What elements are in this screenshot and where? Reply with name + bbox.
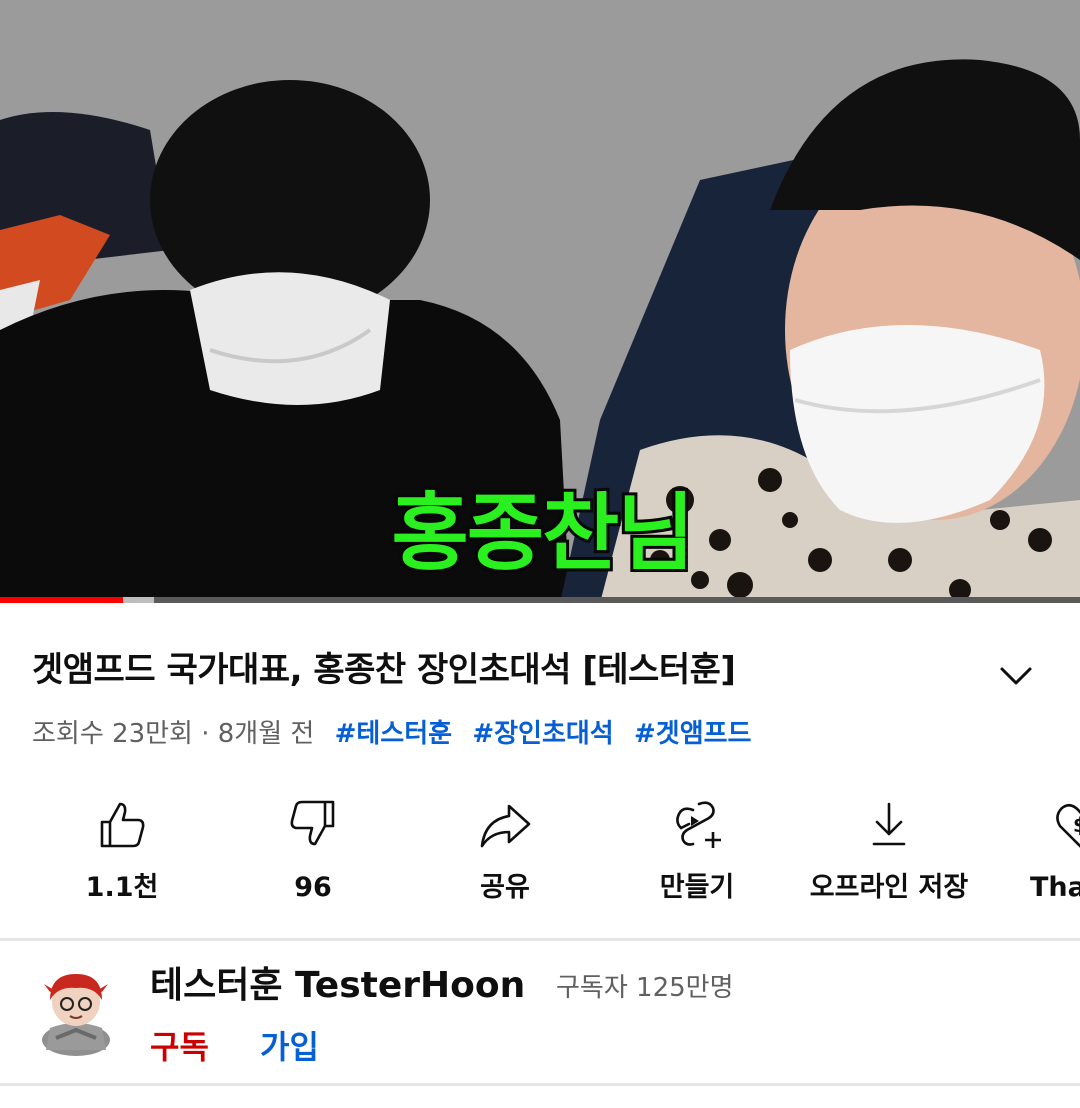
dislike-count: 96 xyxy=(294,872,332,903)
meta-separator: · xyxy=(201,719,210,749)
divider xyxy=(0,938,1080,941)
divider xyxy=(0,1083,1080,1086)
download-icon xyxy=(861,796,917,852)
svg-text:$: $ xyxy=(1073,813,1080,837)
download-button[interactable]: 오프라인 저장 xyxy=(794,790,984,920)
dislike-button[interactable]: 96 xyxy=(218,790,408,920)
like-button[interactable]: 1.1천 xyxy=(27,790,217,920)
share-button[interactable]: 공유 xyxy=(410,790,600,920)
action-bar: 1.1천 96 공유 만들기 오프라인 저장 $ Thanks xyxy=(0,790,1080,920)
subscribe-button[interactable]: 구독 xyxy=(150,1024,209,1070)
hashtag-link[interactable]: #장인초대석 xyxy=(472,719,613,749)
video-meta[interactable]: 조회수 23만회 · 8개월 전 #테스터훈 #장인초대석 #겟앰프드 xyxy=(32,712,751,756)
channel-name[interactable]: 테스터훈 TesterHoon xyxy=(150,962,525,1010)
chevron-down-icon[interactable] xyxy=(996,656,1036,696)
remix-label: 만들기 xyxy=(659,872,735,903)
like-count: 1.1천 xyxy=(85,872,159,903)
hashtag-link[interactable]: #테스터훈 xyxy=(335,719,452,749)
video-title[interactable]: 겟앰프드 국가대표, 홍종찬 장인초대석 [테스터훈] xyxy=(32,645,982,695)
progress-bar[interactable] xyxy=(0,597,1080,603)
join-button[interactable]: 가입 xyxy=(260,1024,319,1070)
remix-icon xyxy=(669,796,725,852)
video-caption: 홍종찬님 xyxy=(388,481,697,585)
thumbs-up-icon xyxy=(94,796,150,852)
upload-age: 8개월 전 xyxy=(217,719,315,749)
subscriber-count: 구독자 125만명 xyxy=(556,973,734,1003)
share-label: 공유 xyxy=(480,872,530,903)
thanks-icon: $ xyxy=(1052,796,1080,852)
progress-played xyxy=(0,597,124,603)
thumbs-down-icon xyxy=(285,796,341,852)
thanks-button[interactable]: $ Thanks xyxy=(986,790,1080,920)
video-player[interactable]: 홍종찬님 xyxy=(0,0,1080,603)
view-count: 조회수 23만회 xyxy=(32,719,193,749)
download-label: 오프라인 저장 xyxy=(809,872,969,903)
channel-avatar[interactable] xyxy=(36,966,116,1056)
remix-button[interactable]: 만들기 xyxy=(602,790,792,920)
share-icon xyxy=(477,796,533,852)
thanks-label: Thanks xyxy=(1030,872,1080,903)
hashtag-link[interactable]: #겟앰프드 xyxy=(634,719,751,749)
